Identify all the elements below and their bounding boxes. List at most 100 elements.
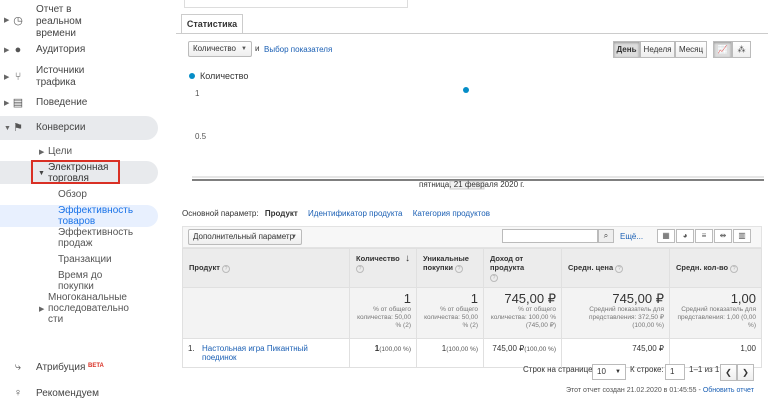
pivot-view-icon[interactable]: ▥: [733, 229, 751, 243]
ga-report-page: { "sidebar": { "items": [ {"label": "Отч…: [0, 0, 768, 402]
help-icon[interactable]: ?: [730, 265, 739, 273]
choose-metric-link[interactable]: Выбор показателя: [264, 45, 332, 54]
sub-transactions[interactable]: Транзакции: [58, 254, 112, 265]
caret-right-icon: ▶: [4, 74, 10, 81]
help-icon[interactable]: ?: [615, 265, 624, 273]
search-icon[interactable]: ⌕: [598, 229, 614, 243]
total-cell: 745,00 ₽ Средний показатель для представл…: [561, 287, 670, 339]
header-label: Количество: [356, 254, 400, 263]
dimension-row: Основной параметр: Продукт Идентификатор…: [182, 209, 490, 218]
help-icon[interactable]: ?: [222, 265, 230, 273]
nav-acquisition[interactable]: ▶ ⑂ Источники трафика: [0, 65, 158, 89]
refresh-report-link[interactable]: Обновить отчет: [703, 387, 754, 394]
nav-label: Источники трафика: [36, 65, 85, 88]
dim-category-link[interactable]: Категория продуктов: [413, 209, 490, 218]
header-label: Доход от продукта: [490, 254, 525, 272]
prev-page-button[interactable]: ❮: [720, 364, 737, 381]
table-header-row: Продукт ? Количество ↓? Уникальные покупк…: [182, 248, 762, 288]
pie-view-icon[interactable]: ◕: [676, 229, 694, 243]
product-link[interactable]: Настольная игра Пикантный поединок: [202, 344, 337, 362]
nav-behavior[interactable]: ▶ ▤ Поведение: [0, 96, 158, 110]
primary-dim-label: Основной параметр:: [182, 209, 259, 218]
behavior-icon: ▤: [12, 97, 24, 109]
table-view-icon[interactable]: ▦: [657, 229, 675, 243]
report-footer: Этот отчет создан 21.02.2020 в 01:45:55 …: [566, 387, 754, 394]
dim-sku-link[interactable]: Идентификатор продукта: [308, 209, 402, 218]
chevron-down-icon: ▼: [291, 234, 297, 240]
col-header-revenue[interactable]: Доход от продукта?: [483, 248, 562, 288]
table-search-input[interactable]: [502, 229, 598, 243]
rows-per-page-select[interactable]: 10 ▼: [592, 364, 626, 380]
nav-realtime[interactable]: ▶ ◷ Отчет в реальном времени: [0, 4, 158, 39]
col-header-unique[interactable]: Уникальные покупки ?: [416, 248, 484, 288]
sub-time-to-purchase[interactable]: Время до покупки: [58, 270, 102, 292]
col-header-product[interactable]: Продукт ?: [182, 248, 350, 288]
sub-overview[interactable]: Обзор: [58, 189, 87, 200]
caret-down-icon: ▼: [4, 125, 11, 132]
sub-product-perf[interactable]: Эффективность товаров: [58, 205, 133, 227]
header-label: Средн. кол-во: [676, 263, 729, 272]
person-icon: ●: [14, 44, 22, 56]
highlight-box: [31, 160, 120, 184]
uniq-pct: (100,00 %): [446, 346, 478, 353]
performance-view-icon[interactable]: ≡: [695, 229, 713, 243]
goto-row-input[interactable]: 1: [665, 364, 685, 380]
qty-cell: 1(100,00 %): [349, 338, 417, 368]
rows-per-page-label: Строк на странице:: [523, 365, 595, 374]
col-header-avgqty[interactable]: Средн. кол-во ?: [669, 248, 762, 288]
lightbulb-icon: ♀: [13, 387, 23, 399]
sub-goals[interactable]: Цели: [48, 146, 72, 157]
comparison-view-icon[interactable]: ⇹: [714, 229, 732, 243]
motion-chart-icon[interactable]: ⁂: [732, 41, 751, 58]
nav-label: Отчет в реальном времени: [36, 4, 82, 39]
line-chart: [192, 87, 764, 190]
col-header-qty[interactable]: Количество ↓?: [349, 248, 417, 288]
nav-attribution[interactable]: ⤷ Атрибуция BETA: [0, 360, 158, 374]
nav-recommended[interactable]: ♀ Рекомендуем: [0, 386, 158, 400]
dim-product[interactable]: Продукт: [265, 209, 298, 218]
month-button[interactable]: Месяц: [675, 41, 707, 58]
tab-statistics[interactable]: Статистика: [181, 14, 243, 34]
sub-sales-perf[interactable]: Эффективность продаж: [58, 227, 133, 249]
col-header-price[interactable]: Средн. цена ?: [561, 248, 670, 288]
metric-select[interactable]: Количество ▼: [188, 41, 252, 57]
week-button[interactable]: Неделя: [640, 41, 675, 58]
qty-pct: (100,00 %): [379, 346, 411, 353]
nav-label: Поведение: [36, 97, 88, 108]
caret-right-icon: ▶: [39, 306, 45, 313]
sort-down-icon: ↓: [405, 253, 410, 264]
total-sub: Средний показатель для представления: 1,…: [677, 306, 756, 329]
left-nav: ▶ ◷ Отчет в реальном времени ▶ ● Аудитор…: [0, 0, 165, 402]
line-chart-icon[interactable]: 📈: [713, 41, 732, 58]
sub-multichannel[interactable]: Многоканальные последовательно сти: [48, 292, 129, 325]
report-main: Статистика Количество ▼ и Выбор показате…: [176, 0, 768, 402]
nav-label: Аудитория: [36, 44, 86, 55]
nav-label: Атрибуция: [36, 362, 86, 373]
secondary-dim-select[interactable]: Дополнительный параметр ▼: [188, 229, 302, 245]
clock-icon: ◷: [13, 15, 23, 27]
help-icon[interactable]: ?: [455, 265, 464, 273]
nav-conversions[interactable]: ▼ ⚑ Конверсии: [0, 116, 158, 140]
chevron-down-icon: ▼: [615, 369, 621, 375]
more-link[interactable]: Ещё...: [620, 232, 643, 241]
next-page-button[interactable]: ❯: [737, 364, 754, 381]
help-icon[interactable]: ?: [356, 265, 364, 273]
data-table: Продукт ? Количество ↓? Уникальные покупк…: [182, 248, 762, 368]
day-button[interactable]: День: [613, 41, 640, 58]
totals-blank: [182, 287, 350, 339]
header-label: Продукт: [189, 263, 220, 272]
nav-audience[interactable]: ▶ ● Аудитория: [0, 43, 158, 57]
total-sub: Средний показатель для представления: 37…: [588, 306, 664, 329]
uniq-cell: 1(100,00 %): [416, 338, 484, 368]
data-point: [463, 87, 469, 93]
nav-label: Рекомендуем: [36, 388, 99, 399]
help-icon[interactable]: ?: [490, 274, 498, 282]
metric-select-value: Количество: [193, 44, 236, 53]
report-created-text: Этот отчет создан 21.02.2020 в 01:45:55 …: [566, 387, 701, 394]
tab-divider: [176, 33, 768, 34]
total-cell: 1,00 Средний показатель для представления…: [669, 287, 762, 339]
header-label: Средн. цена: [568, 263, 614, 272]
chevron-down-icon: ▼: [241, 46, 247, 52]
goto-row-label: К строке:: [630, 365, 664, 374]
rev-pct: (100,00 %): [524, 346, 556, 353]
